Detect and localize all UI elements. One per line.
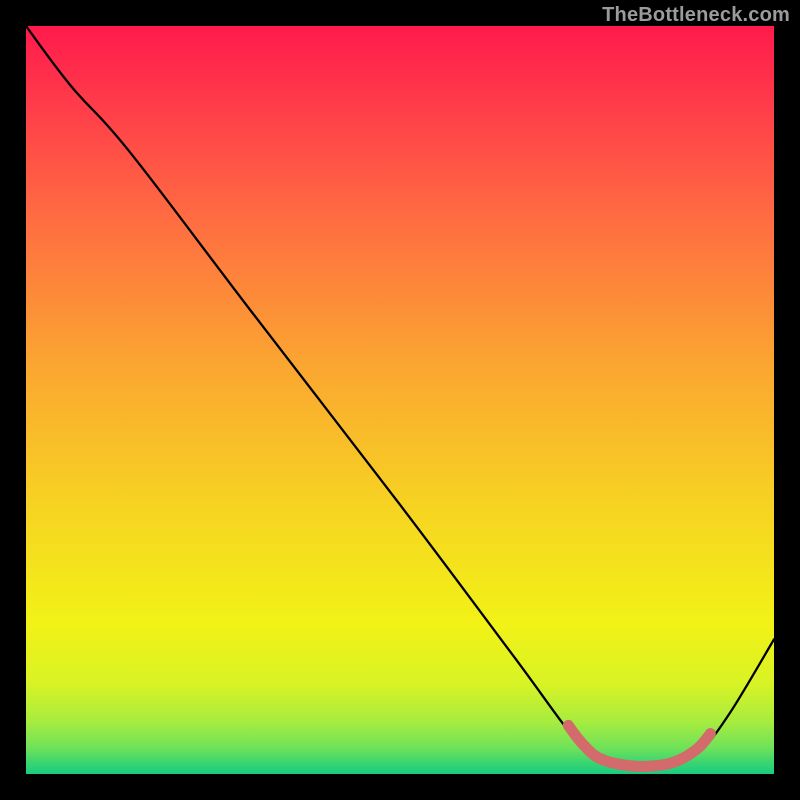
marker-dot bbox=[694, 742, 705, 753]
plot-area bbox=[26, 26, 774, 774]
bottleneck-curve bbox=[26, 26, 774, 767]
marker-dot bbox=[589, 750, 600, 761]
marker-dot bbox=[574, 735, 585, 746]
marker-dot bbox=[664, 758, 675, 769]
marker-dot bbox=[563, 720, 574, 731]
watermark-text: TheBottleneck.com bbox=[602, 4, 790, 27]
marker-dot bbox=[634, 761, 645, 772]
marker-dot bbox=[649, 760, 660, 771]
marker-dot bbox=[679, 752, 690, 763]
marker-dot bbox=[619, 760, 630, 771]
curve-layer bbox=[26, 26, 774, 774]
optimal-band-markers bbox=[568, 725, 710, 766]
chart-frame: TheBottleneck.com bbox=[0, 0, 800, 800]
marker-dot bbox=[705, 728, 716, 739]
marker-dot bbox=[604, 757, 615, 768]
